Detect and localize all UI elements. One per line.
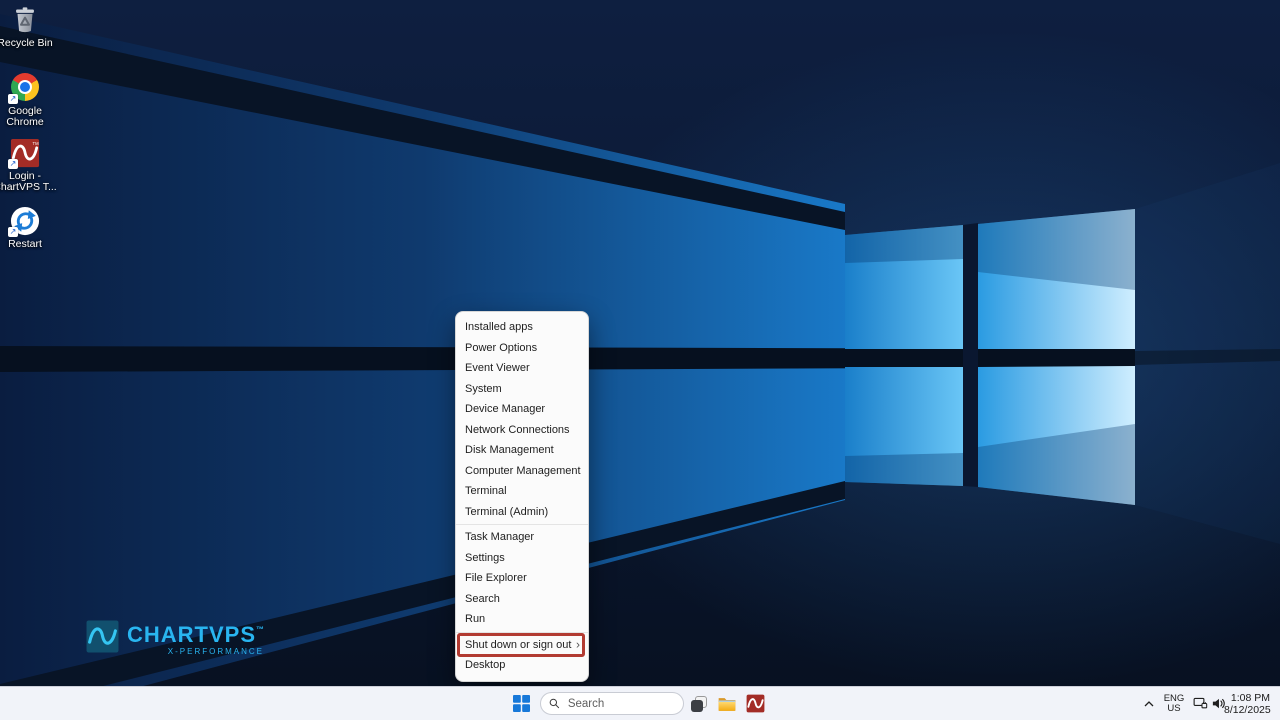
ethernet-network-icon xyxy=(1193,696,1208,711)
menu-item-system[interactable]: System xyxy=(456,379,588,400)
chartvps-app-button[interactable] xyxy=(738,687,772,720)
desktop-icon-recycle-bin[interactable]: Recycle Bin xyxy=(0,5,57,49)
menu-item-power-options[interactable]: Power Options xyxy=(456,338,588,359)
menu-item-network-connections[interactable]: Network Connections xyxy=(456,420,588,441)
menu-item-run[interactable]: Run xyxy=(456,609,588,630)
submenu-chevron-icon: › xyxy=(576,637,580,651)
menu-item-settings[interactable]: Settings xyxy=(456,548,588,569)
desktop-icon-google-chrome[interactable]: ↗ Google Chrome xyxy=(0,72,57,128)
menu-item-device-manager[interactable]: Device Manager xyxy=(456,399,588,420)
brand-tagline: X-PERFORMANCE xyxy=(127,647,264,656)
taskbar-search[interactable] xyxy=(540,687,684,720)
tray-network-button[interactable] xyxy=(1190,687,1210,720)
task-view-icon xyxy=(690,695,708,713)
menu-item-installed-apps[interactable]: Installed apps xyxy=(456,317,588,338)
tray-show-hidden-icons[interactable] xyxy=(1140,687,1158,720)
folder-icon xyxy=(717,694,737,714)
clock-time: 1:08 PM xyxy=(1224,692,1270,704)
wallpaper-windows-hero xyxy=(0,0,1280,720)
chevron-up-icon xyxy=(1143,699,1155,709)
menu-item-event-viewer[interactable]: Event Viewer xyxy=(456,358,588,379)
menu-item-terminal[interactable]: Terminal xyxy=(456,481,588,502)
language-region: US xyxy=(1164,704,1185,714)
shortcut-arrow-icon: ↗ xyxy=(8,94,18,104)
menu-item-shut-down-or-sign-out[interactable]: Shut down or sign out › xyxy=(456,635,588,656)
chartvps-brand-logo: CHARTVPS™ X-PERFORMANCE xyxy=(86,618,264,656)
chartvps-logo-icon xyxy=(86,620,119,653)
menu-item-computer-management[interactable]: Computer Management xyxy=(456,461,588,482)
desktop-icon-label: Recycle Bin xyxy=(0,38,57,49)
menu-item-task-manager[interactable]: Task Manager xyxy=(456,527,588,548)
search-input[interactable] xyxy=(566,697,675,711)
shortcut-arrow-icon: ↗ xyxy=(8,159,18,169)
tray-clock[interactable]: 1:08 PM 8/12/2025 xyxy=(1224,687,1270,720)
search-icon xyxy=(549,697,560,710)
shortcut-arrow-icon: ↗ xyxy=(8,227,18,237)
windows-logo-icon xyxy=(513,695,530,712)
menu-item-file-explorer[interactable]: File Explorer xyxy=(456,568,588,589)
chartvps-app-icon xyxy=(746,694,765,713)
start-button[interactable] xyxy=(504,687,538,720)
desktop-icon-label: Login - ChartVPS T... xyxy=(0,171,57,193)
desktop-icon-label: Restart xyxy=(0,239,57,250)
desktop-icon-label: Google Chrome xyxy=(0,106,57,128)
restart-icon: ↗ xyxy=(10,206,40,236)
menu-item-search[interactable]: Search xyxy=(456,589,588,610)
desktop-screen: Recycle Bin ↗ Google Chrome TM ↗ Login -… xyxy=(0,0,1280,720)
desktop-icon-login-chartvps[interactable]: TM ↗ Login - ChartVPS T... xyxy=(0,138,57,193)
brand-name: CHARTVPS™ xyxy=(127,618,264,647)
menu-separator xyxy=(456,524,588,525)
menu-item-terminal-admin[interactable]: Terminal (Admin) xyxy=(456,502,588,523)
chrome-icon: ↗ xyxy=(10,73,40,103)
chartvps-login-icon: TM ↗ xyxy=(10,138,40,168)
menu-item-desktop[interactable]: Desktop xyxy=(456,655,588,676)
brand-trademark: ™ xyxy=(256,625,264,634)
desktop-icon-restart[interactable]: ↗ Restart xyxy=(0,206,57,250)
recycle-bin-icon xyxy=(10,5,40,35)
menu-item-disk-management[interactable]: Disk Management xyxy=(456,440,588,461)
menu-separator xyxy=(456,632,588,633)
clock-date: 8/12/2025 xyxy=(1224,704,1270,716)
svg-text:TM: TM xyxy=(33,141,40,146)
tray-language-indicator[interactable]: ENG US xyxy=(1160,687,1188,720)
taskbar: ENG US 1:08 PM 8/12/2025 xyxy=(0,686,1280,720)
winx-context-menu: Installed apps Power Options Event Viewe… xyxy=(455,311,589,682)
